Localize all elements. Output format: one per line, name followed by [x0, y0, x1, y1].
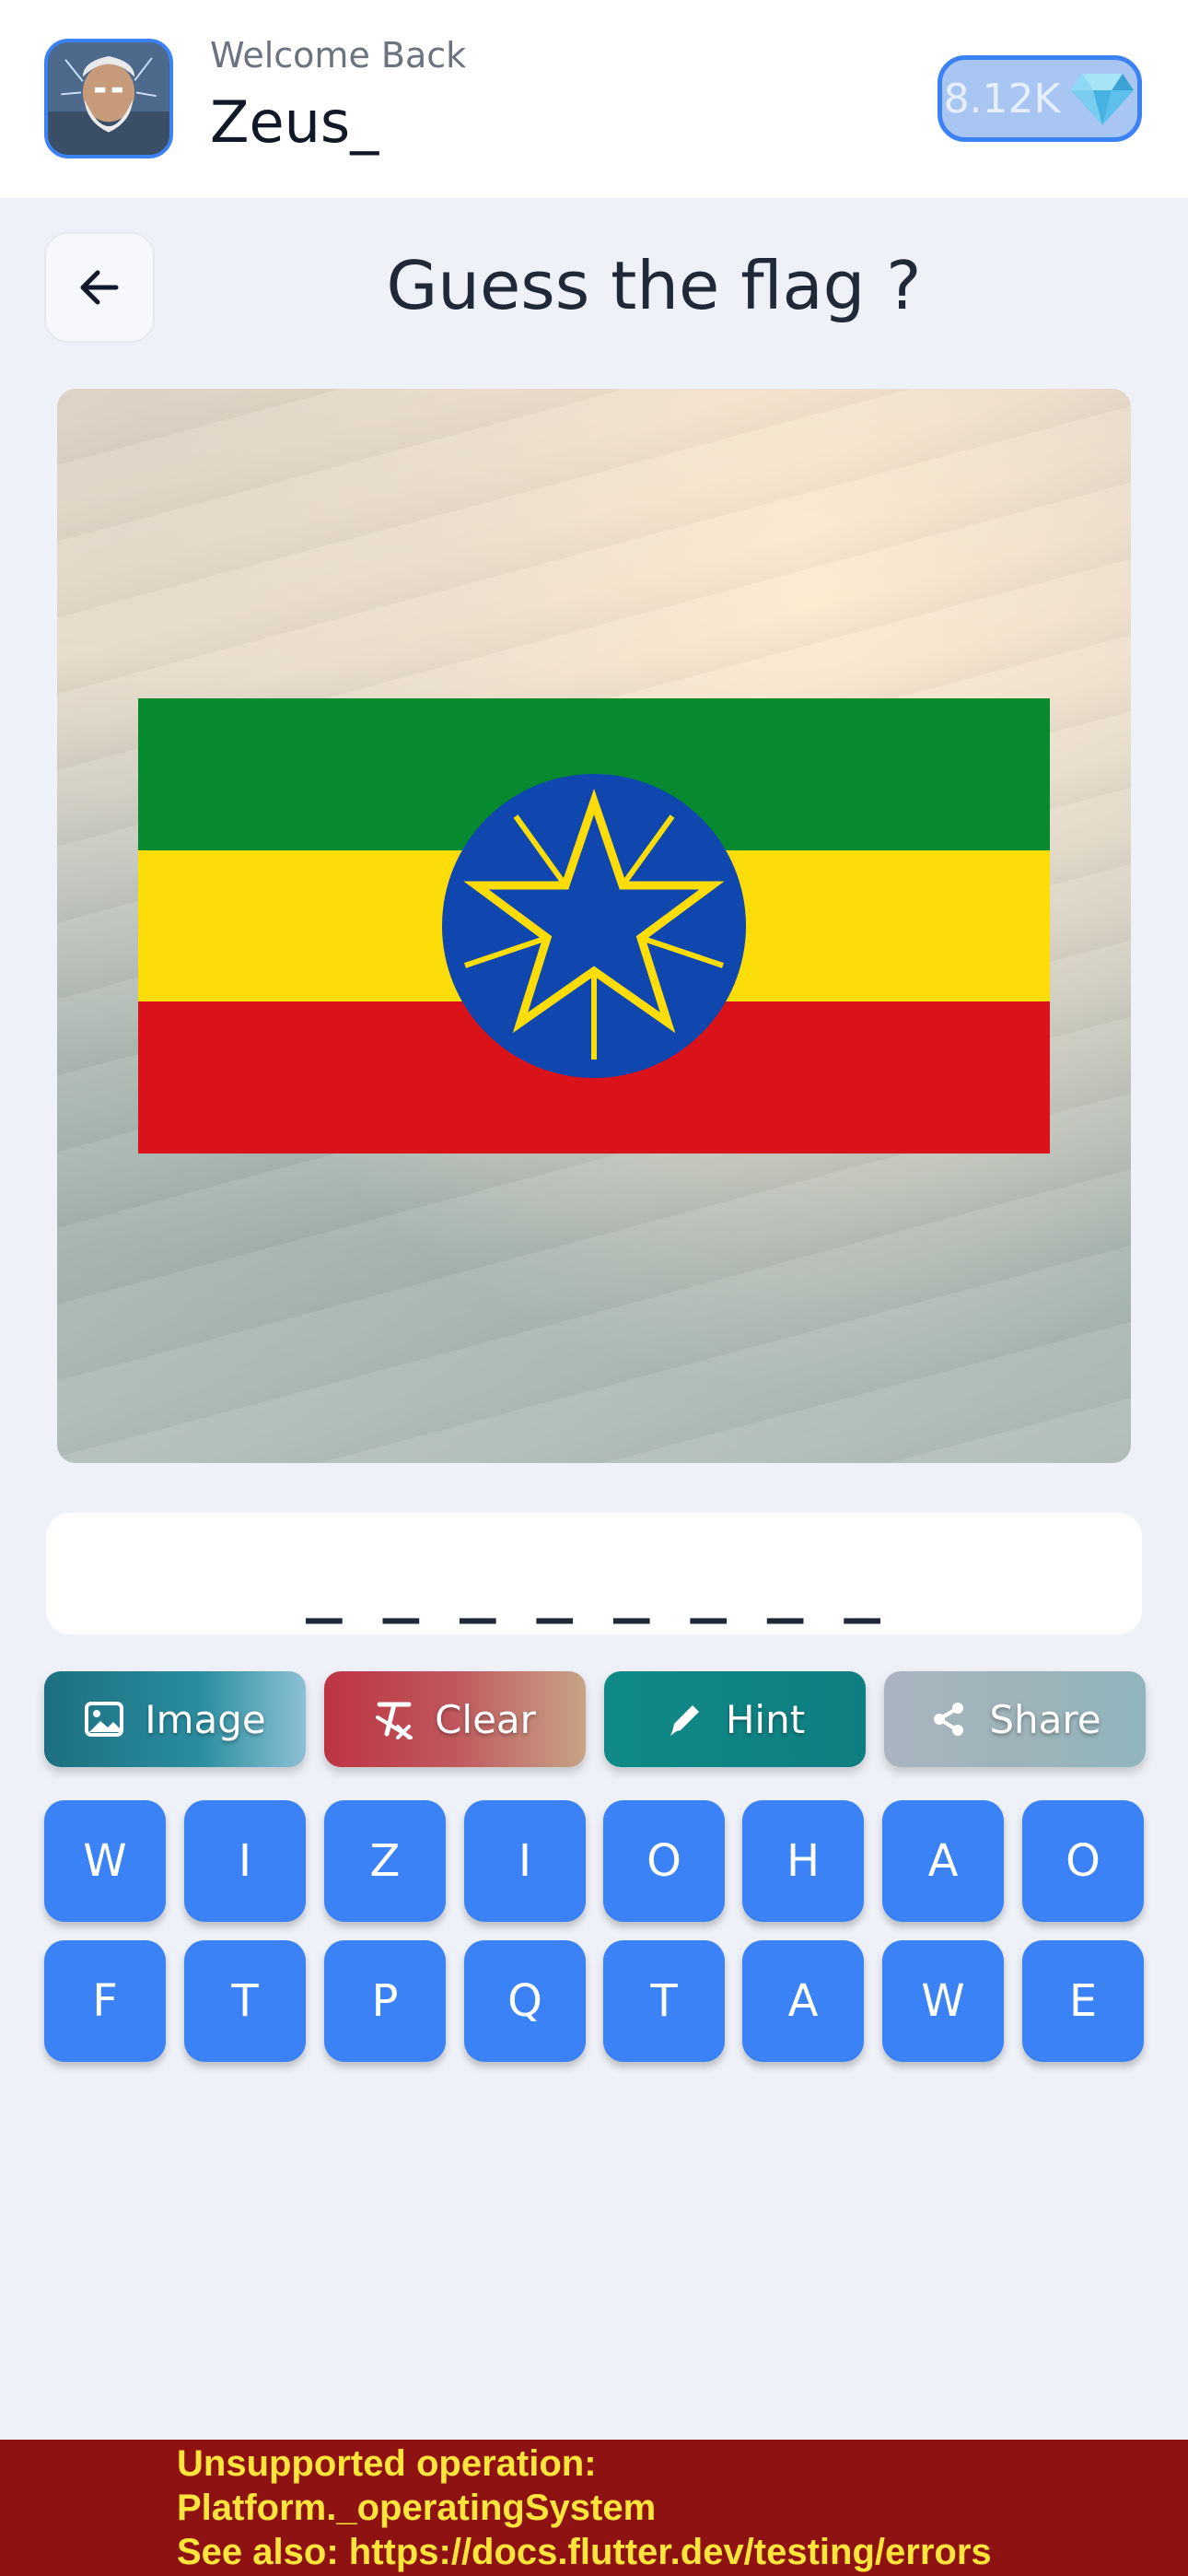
avatar[interactable] — [44, 39, 173, 158]
gems-balance-badge[interactable]: 8.12K — [938, 55, 1142, 142]
clear-button-label: Clear — [435, 1696, 536, 1742]
letter-key[interactable]: E — [1022, 1940, 1144, 2062]
welcome-label: Welcome Back — [210, 35, 467, 76]
zeus-avatar-icon — [48, 42, 169, 155]
error-line-1: Unsupported operation: — [177, 2443, 597, 2484]
image-icon — [85, 1702, 124, 1737]
letter-key[interactable]: O — [1022, 1800, 1144, 1922]
letter-key[interactable]: P — [324, 1940, 446, 2062]
image-button[interactable]: Image — [44, 1671, 306, 1767]
ethiopia-flag-image — [138, 698, 1050, 1153]
top-header: Welcome Back Zeus_ 8.12K — [0, 0, 1188, 198]
share-button[interactable]: Share — [884, 1671, 1146, 1767]
hint-button[interactable]: Hint — [604, 1671, 866, 1767]
error-line-3: See also: https://docs.flutter.dev/testi… — [177, 2532, 992, 2572]
flag-image-card — [57, 389, 1131, 1463]
share-button-label: Share — [989, 1696, 1101, 1742]
gems-count: 8.12K — [943, 75, 1061, 123]
letter-key[interactable]: I — [464, 1800, 586, 1922]
letter-key[interactable]: A — [742, 1940, 864, 2062]
letter-key[interactable]: O — [603, 1800, 725, 1922]
pencil-icon — [670, 1705, 699, 1736]
error-line-2: Platform._operatingSystem — [177, 2488, 657, 2528]
clear-button[interactable]: Clear — [324, 1671, 586, 1767]
letter-key[interactable]: Q — [464, 1940, 586, 2062]
letter-key[interactable]: T — [603, 1940, 725, 2062]
diamond-icon — [1069, 68, 1136, 129]
hint-button-label: Hint — [725, 1696, 806, 1742]
share-icon — [934, 1703, 964, 1736]
image-button-label: Image — [145, 1696, 266, 1742]
error-banner: Unsupported operation: Platform._operati… — [0, 2440, 1188, 2576]
letter-key[interactable]: A — [882, 1800, 1004, 1922]
letter-key[interactable]: T — [184, 1940, 306, 2062]
arrow-left-icon — [80, 270, 119, 305]
letter-key[interactable]: F — [44, 1940, 166, 2062]
answer-field[interactable]: _ _ _ _ _ _ _ _ — [46, 1513, 1142, 1634]
clear-format-icon — [376, 1702, 413, 1739]
letter-key[interactable]: I — [184, 1800, 306, 1922]
letter-key[interactable]: W — [882, 1940, 1004, 2062]
page-title: Guess the flag ? — [386, 247, 922, 324]
answer-placeholder: _ _ _ _ _ _ _ _ — [305, 1553, 883, 1624]
letter-key[interactable]: H — [742, 1800, 864, 1922]
username: Zeus_ — [210, 88, 379, 156]
letter-key[interactable]: Z — [324, 1800, 446, 1922]
back-button[interactable] — [44, 232, 155, 343]
letter-key[interactable]: W — [44, 1800, 166, 1922]
